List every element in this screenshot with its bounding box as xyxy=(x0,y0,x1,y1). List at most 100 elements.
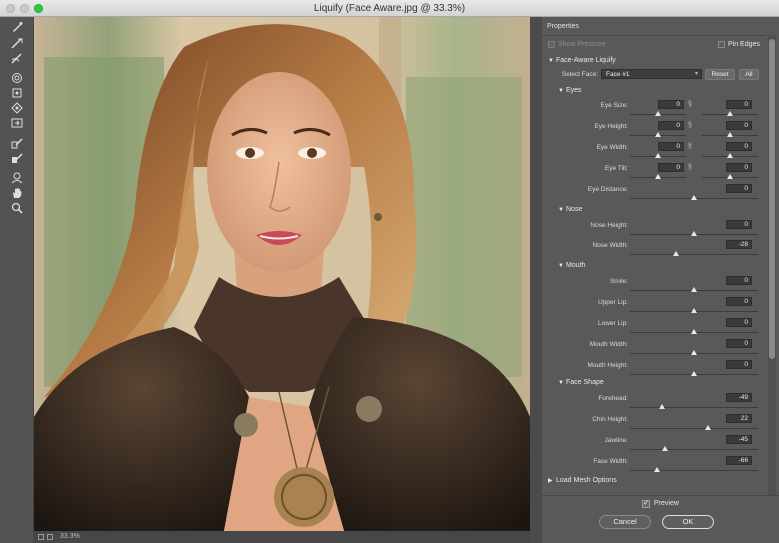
eye-width-right-input[interactable]: 0 xyxy=(726,142,752,151)
collapsed-triangle-icon: ▶ xyxy=(548,478,553,484)
eye-tilt-label: Eye Tilt: xyxy=(604,165,628,172)
eye-height-left-input[interactable]: 0 xyxy=(658,121,684,130)
slider-thumb[interactable] xyxy=(691,371,697,376)
eye-size-right-input[interactable]: 0 xyxy=(726,100,752,109)
chin-height-slider[interactable] xyxy=(630,428,758,429)
hand-tool-icon[interactable] xyxy=(10,187,24,201)
forehead-input[interactable]: -49 xyxy=(726,393,752,402)
slider-thumb[interactable] xyxy=(691,308,697,313)
bloat-tool-icon[interactable] xyxy=(10,102,24,116)
slider-thumb[interactable] xyxy=(655,174,661,179)
face-width-label: Face Width: xyxy=(593,458,628,465)
smile-label: Smile: xyxy=(609,278,628,285)
nose-height-input[interactable]: 0 xyxy=(726,220,752,229)
nose-width-slider[interactable] xyxy=(630,254,758,255)
slider-thumb[interactable] xyxy=(727,174,733,179)
fit-screen-icon[interactable] xyxy=(38,534,44,540)
zoom-tool-icon[interactable] xyxy=(10,202,24,216)
panel-gutter xyxy=(530,17,542,543)
zoom-level[interactable]: 33.3% xyxy=(60,533,80,540)
portrait-photo xyxy=(34,17,530,531)
smile-input[interactable]: 0 xyxy=(726,276,752,285)
select-face-dropdown[interactable]: Face #1 ▾ xyxy=(601,69,702,79)
face-tool-icon[interactable] xyxy=(10,172,24,186)
smooth-tool-icon[interactable] xyxy=(10,52,24,66)
slider-thumb[interactable] xyxy=(691,287,697,292)
eye-distance-input[interactable]: 0 xyxy=(726,184,752,193)
all-button[interactable]: All xyxy=(739,69,759,80)
eye-width-left-input[interactable]: 0 xyxy=(658,142,684,151)
thaw-mask-tool-icon[interactable] xyxy=(10,152,24,166)
pin-edges-checkbox[interactable] xyxy=(718,41,725,48)
eye-distance-label: Eye Distance: xyxy=(587,186,628,193)
mouth-section-header[interactable]: ▼ Mouth xyxy=(558,262,585,269)
actual-size-icon[interactable] xyxy=(47,534,53,540)
eyes-section-header[interactable]: ▼ Eyes xyxy=(558,87,582,94)
forehead-slider[interactable] xyxy=(630,407,758,408)
slider-thumb[interactable] xyxy=(659,404,665,409)
upper-lip-input[interactable]: 0 xyxy=(726,297,752,306)
face-width-slider[interactable] xyxy=(630,470,758,471)
eye-tilt-left-input[interactable]: 0 xyxy=(658,163,684,172)
reset-button[interactable]: Reset xyxy=(705,69,735,80)
upper-lip-label: Upper Lip: xyxy=(598,299,628,306)
slider-thumb[interactable] xyxy=(662,446,668,451)
eye-height-right-input[interactable]: 0 xyxy=(726,121,752,130)
forward-warp-tool-icon[interactable] xyxy=(10,21,24,35)
properties-panel: Properties Show Pressure Pin Edges ▼ Face… xyxy=(542,17,779,543)
link-icon[interactable]: § xyxy=(687,121,693,130)
preview-checkbox[interactable]: ✓ xyxy=(642,500,650,508)
slider-thumb[interactable] xyxy=(727,153,733,158)
lower-lip-input[interactable]: 0 xyxy=(726,318,752,327)
slider-thumb[interactable] xyxy=(691,195,697,200)
slider-thumb[interactable] xyxy=(691,231,697,236)
slider-thumb[interactable] xyxy=(655,111,661,116)
slider-thumb[interactable] xyxy=(654,467,660,472)
slider-thumb[interactable] xyxy=(727,132,733,137)
mouth-width-label: Mouth Width: xyxy=(589,341,628,348)
twirl-tool-icon[interactable] xyxy=(10,72,24,86)
face-width-input[interactable]: -66 xyxy=(726,456,752,465)
mouth-height-input[interactable]: 0 xyxy=(726,360,752,369)
face-shape-section-header[interactable]: ▼ Face Shape xyxy=(558,379,604,386)
slider-thumb[interactable] xyxy=(691,350,697,355)
eye-size-label: Eye Size: xyxy=(600,102,628,109)
nose-width-input[interactable]: -28 xyxy=(726,240,752,249)
eye-size-left-input[interactable]: 0 xyxy=(658,100,684,109)
pucker-tool-icon[interactable] xyxy=(10,87,24,101)
slider-thumb[interactable] xyxy=(655,153,661,158)
nose-section-header[interactable]: ▼ Nose xyxy=(558,206,582,213)
jawline-input[interactable]: -45 xyxy=(726,435,752,444)
cancel-button[interactable]: Cancel xyxy=(599,515,651,529)
jawline-slider[interactable] xyxy=(630,449,758,450)
slider-thumb[interactable] xyxy=(673,251,679,256)
expand-triangle-icon: ▼ xyxy=(558,380,564,386)
link-icon[interactable]: § xyxy=(687,163,693,172)
freeze-mask-tool-icon[interactable] xyxy=(10,137,24,151)
window-titlebar: Liquify (Face Aware.jpg @ 33.3%) xyxy=(0,0,779,17)
ok-button[interactable]: OK xyxy=(662,515,714,529)
eye-width-label: Eye Width: xyxy=(596,144,628,151)
chin-height-input[interactable]: 22 xyxy=(726,414,752,423)
mouth-height-label: Mouth Height: xyxy=(587,362,628,369)
reconstruct-tool-icon[interactable] xyxy=(10,37,24,51)
tools-panel xyxy=(0,17,34,543)
link-icon[interactable]: § xyxy=(687,142,693,151)
face-aware-section-header[interactable]: ▼ Face-Aware Liquify xyxy=(548,57,616,64)
slider-thumb[interactable] xyxy=(705,425,711,430)
eye-tilt-right-input[interactable]: 0 xyxy=(726,163,752,172)
show-pressure-checkbox[interactable] xyxy=(548,41,555,48)
load-mesh-options-header[interactable]: ▶ Load Mesh Options xyxy=(548,477,617,484)
nose-height-label: Nose Height: xyxy=(590,222,628,229)
slider-thumb[interactable] xyxy=(655,132,661,137)
slider-thumb[interactable] xyxy=(691,329,697,334)
expand-triangle-icon: ▼ xyxy=(558,207,564,213)
link-icon[interactable]: § xyxy=(687,100,693,109)
mouth-width-input[interactable]: 0 xyxy=(726,339,752,348)
window-title: Liquify (Face Aware.jpg @ 33.3%) xyxy=(313,3,466,14)
chevron-down-icon: ▾ xyxy=(694,71,698,77)
image-canvas[interactable] xyxy=(34,17,530,531)
panel-scrollbar-thumb[interactable] xyxy=(769,39,775,359)
push-left-tool-icon[interactable] xyxy=(10,117,24,131)
slider-thumb[interactable] xyxy=(727,111,733,116)
